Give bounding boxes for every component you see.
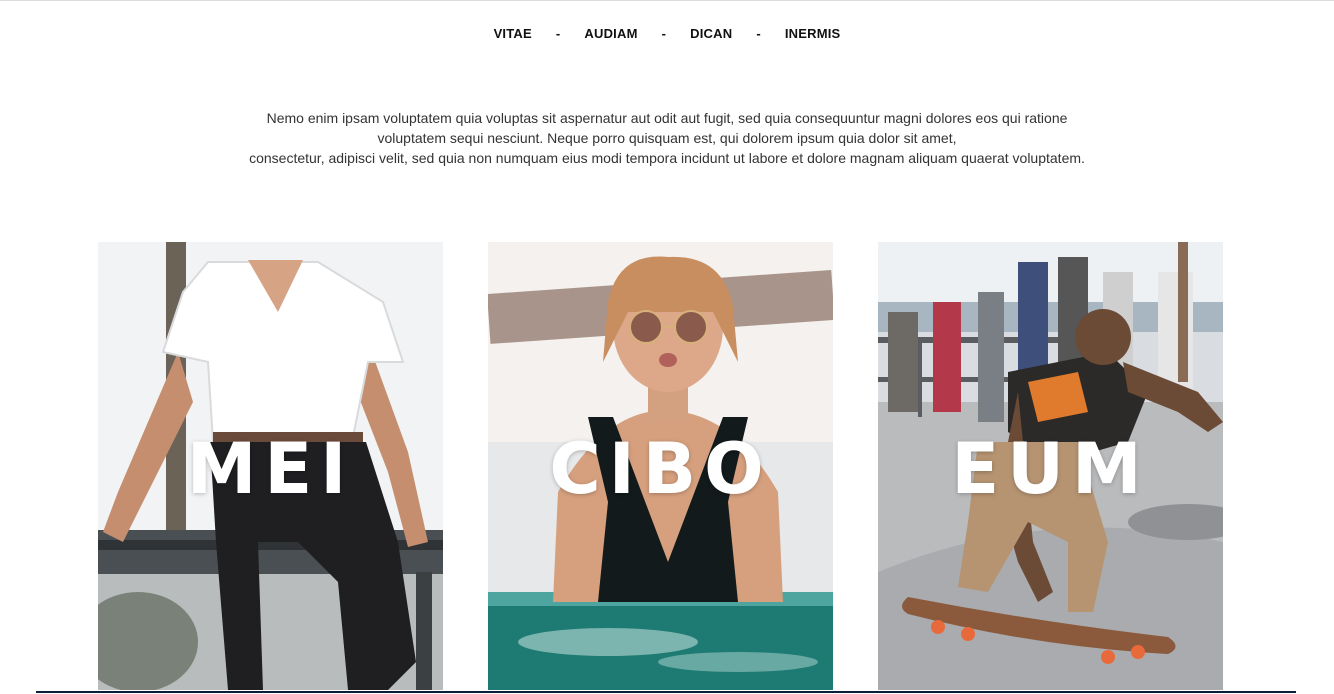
intro-line-2: voluptatem sequi nesciunt. Neque porro q… (377, 130, 957, 146)
intro-paragraph: Nemo enim ipsam voluptatem quia voluptas… (160, 108, 1174, 168)
card-title-mei: MEI (186, 428, 355, 510)
top-divider (0, 0, 1334, 1)
nav-separator: - (661, 26, 667, 41)
intro-line-1: Nemo enim ipsam voluptatem quia voluptas… (266, 110, 1068, 126)
nav-item-dican[interactable]: DICAN (690, 26, 732, 41)
intro-line-3: consectetur, adipisci velit, sed quia no… (249, 150, 1085, 166)
nav-item-vitae[interactable]: VITAE (494, 26, 532, 41)
nav-separator: - (756, 26, 761, 41)
nav-item-audiam[interactable]: AUDIAM (584, 26, 637, 41)
card-title-cibo: CIBO (549, 428, 772, 510)
nav-separator: - (555, 26, 561, 41)
main-nav: VITAE - AUDIAM - DICAN - INERMIS (0, 26, 1334, 41)
card-eum[interactable]: EUM (878, 242, 1223, 690)
card-cibo[interactable]: CIBO (488, 242, 833, 690)
nav-item-inermis[interactable]: INERMIS (785, 26, 841, 41)
bottom-edge (0, 690, 1334, 694)
card-title-eum: EUM (951, 428, 1150, 510)
card-mei[interactable]: MEI (98, 242, 443, 690)
card-grid: MEI CIBO EUM (98, 242, 1223, 694)
